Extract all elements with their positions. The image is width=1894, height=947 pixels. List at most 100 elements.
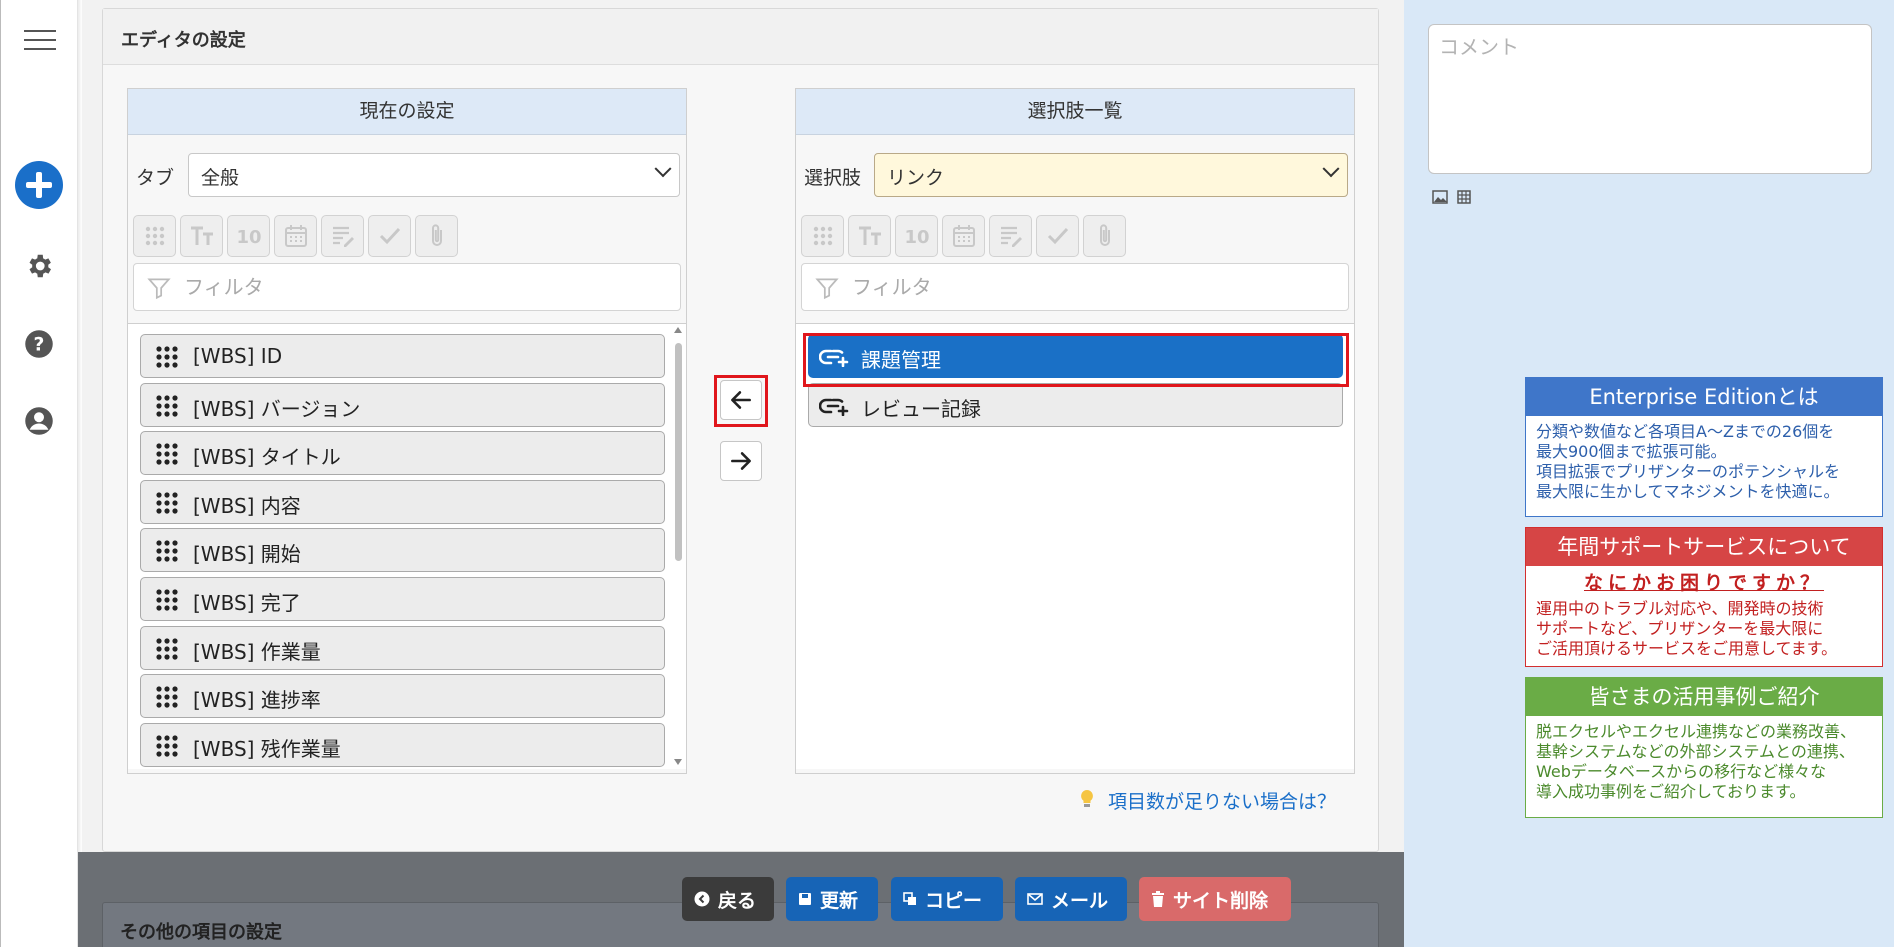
number-filter-button[interactable]: 10 — [227, 215, 270, 257]
choices-items-list: 課題管理 レビュー記録 — [796, 323, 1354, 769]
copy-label: コピー — [925, 889, 983, 912]
scroll-up-icon[interactable] — [674, 327, 682, 333]
update-label: 更新 — [820, 889, 859, 912]
arrow-right-icon — [731, 452, 751, 470]
list-item[interactable]: [WBS] バージョン — [140, 382, 665, 427]
user-icon[interactable] — [23, 405, 55, 437]
move-right-button[interactable] — [720, 441, 762, 481]
description-filter-button[interactable] — [989, 215, 1032, 257]
list-item-label: [WBS] バージョン — [193, 396, 361, 421]
list-item-label: [WBS] 開始 — [193, 542, 301, 567]
choices-filter[interactable] — [801, 263, 1349, 311]
help-icon[interactable]: ? — [23, 328, 55, 360]
back-button[interactable]: 戻る — [682, 877, 774, 921]
filter-icon — [815, 278, 839, 300]
attachment-filter-button[interactable] — [415, 215, 458, 257]
mail-label: メール — [1051, 889, 1109, 912]
drag-handle-icon — [155, 734, 179, 763]
scroll-down-icon[interactable] — [674, 759, 682, 765]
number-filter-button[interactable]: 10 — [895, 215, 938, 257]
promo-title: 皆さまの活用事例ご紹介 — [1526, 678, 1882, 716]
grip-filter-button[interactable] — [801, 215, 844, 257]
promo-line: 分類や数値など各項目A～Zまでの26個を — [1536, 422, 1835, 441]
promo-line: ご活用頂けるサービスをご用意してます。 — [1536, 639, 1838, 658]
mail-button[interactable]: メール — [1015, 877, 1127, 921]
number-icon: 10 — [236, 225, 262, 247]
mail-icon — [1027, 893, 1043, 905]
delete-site-button[interactable]: サイト削除 — [1139, 877, 1291, 921]
drag-handle-icon — [155, 442, 179, 471]
text-icon — [189, 225, 215, 247]
check-filter-button[interactable] — [368, 215, 411, 257]
current-filter-input[interactable] — [184, 274, 664, 300]
drag-handle-icon — [155, 539, 179, 568]
choices-select[interactable]: リンク — [874, 153, 1348, 197]
promo-cases[interactable]: 皆さまの活用事例ご紹介 脱エクセルやエクセル連携などの業務改善、 基幹システムな… — [1525, 677, 1883, 818]
list-item-label: [WBS] 作業量 — [193, 639, 321, 664]
chevron-down-icon — [1322, 160, 1340, 178]
calendar-filter-button[interactable] — [274, 215, 317, 257]
table-icon[interactable] — [1457, 190, 1471, 204]
calendar-filter-button[interactable] — [942, 215, 985, 257]
attachment-filter-button[interactable] — [1083, 215, 1126, 257]
tab-select-row: タブ 全般 — [128, 153, 686, 197]
save-icon — [798, 892, 812, 906]
list-item-label: [WBS] 残作業量 — [193, 736, 341, 761]
comment-field[interactable] — [1428, 24, 1872, 174]
list-item[interactable]: [WBS] 内容 — [140, 479, 665, 524]
list-item[interactable]: [WBS] タイトル — [140, 431, 665, 476]
text-filter-button[interactable] — [848, 215, 891, 257]
promo-text: 脱エクセルやエクセル連携などの業務改善、 基幹システムなどの外部システムとの連携… — [1526, 716, 1882, 808]
move-left-button[interactable] — [720, 380, 762, 420]
link-add-icon — [818, 396, 849, 421]
promo-text: 運用中のトラブル対応や、開発時の技術 サポートなど、プリザンターを最大限に ご活… — [1526, 599, 1882, 665]
menu-icon[interactable] — [24, 30, 56, 50]
description-filter-button[interactable] — [321, 215, 364, 257]
choices-filter-input[interactable] — [852, 274, 1332, 300]
list-item[interactable]: [WBS] 進捗率 — [140, 674, 665, 719]
promo-support[interactable]: 年間サポートサービスについて なにかお困りですか？ 運用中のトラブル対応や、開発… — [1525, 527, 1883, 667]
current-filter[interactable] — [133, 263, 681, 311]
list-item[interactable]: [WBS] 完了 — [140, 577, 665, 621]
choices-column: 選択肢一覧 選択肢 リンク 10 課題管理レビュー記録 — [795, 88, 1355, 774]
grip-filter-button[interactable] — [133, 215, 176, 257]
text-filter-button[interactable] — [180, 215, 223, 257]
image-icon[interactable] — [1432, 190, 1448, 204]
arrow-left-icon — [731, 391, 751, 409]
grip-icon — [812, 225, 834, 247]
more-items-link[interactable]: 項目数が足りない場合は？ — [1108, 787, 1336, 814]
promo-line: 最大限に生かしてマネジメントを快適に。 — [1536, 482, 1840, 501]
list-item[interactable]: [WBS] 開始 — [140, 528, 665, 573]
add-icon[interactable] — [15, 161, 63, 209]
choices-select-label: 選択肢 — [804, 167, 862, 189]
list-item-label: [WBS] 完了 — [193, 591, 301, 615]
promo-line: 脱エクセルやエクセル連携などの業務改善、 — [1536, 722, 1857, 741]
list-item-label: [WBS] 進捗率 — [193, 688, 321, 713]
scrollbar-thumb[interactable] — [675, 343, 682, 561]
description-icon — [331, 224, 355, 248]
list-item[interactable]: レビュー記録 — [808, 382, 1343, 427]
promo-title: 年間サポートサービスについて — [1526, 528, 1882, 566]
gear-icon[interactable] — [23, 250, 55, 282]
promo-text: 分類や数値など各項目A～Zまでの26個を 最大900個まで拡張可能。 項目拡張で… — [1526, 416, 1882, 508]
copy-button[interactable]: コピー — [891, 877, 1003, 921]
delete-site-label: サイト削除 — [1173, 889, 1269, 912]
check-filter-button[interactable] — [1036, 215, 1079, 257]
drag-handle-icon — [155, 491, 179, 520]
panel-title: エディタの設定 — [121, 30, 246, 51]
current-items-list: [WBS] ID [WBS] バージョン [WBS] タイトル [WBS] 内容 [WB… — [128, 323, 686, 769]
attachment-icon — [426, 223, 448, 249]
check-icon — [1046, 224, 1070, 248]
list-item[interactable]: [WBS] 残作業量 — [140, 722, 665, 767]
number-icon: 10 — [904, 225, 930, 247]
scrollbar[interactable] — [671, 323, 685, 769]
lightbulb-icon — [1081, 790, 1093, 807]
tab-select[interactable]: 全般 — [188, 153, 680, 197]
list-item-label: レビュー記録 — [861, 396, 981, 421]
promo-enterprise[interactable]: Enterprise Editionとは 分類や数値など各項目A～Zまでの26個… — [1525, 377, 1883, 517]
tab-select-value: 全般 — [201, 167, 240, 189]
list-item[interactable]: [WBS] 作業量 — [140, 625, 665, 670]
promo-title: Enterprise Editionとは — [1526, 378, 1882, 416]
update-button[interactable]: 更新 — [786, 877, 878, 921]
list-item[interactable]: [WBS] ID — [140, 334, 665, 378]
